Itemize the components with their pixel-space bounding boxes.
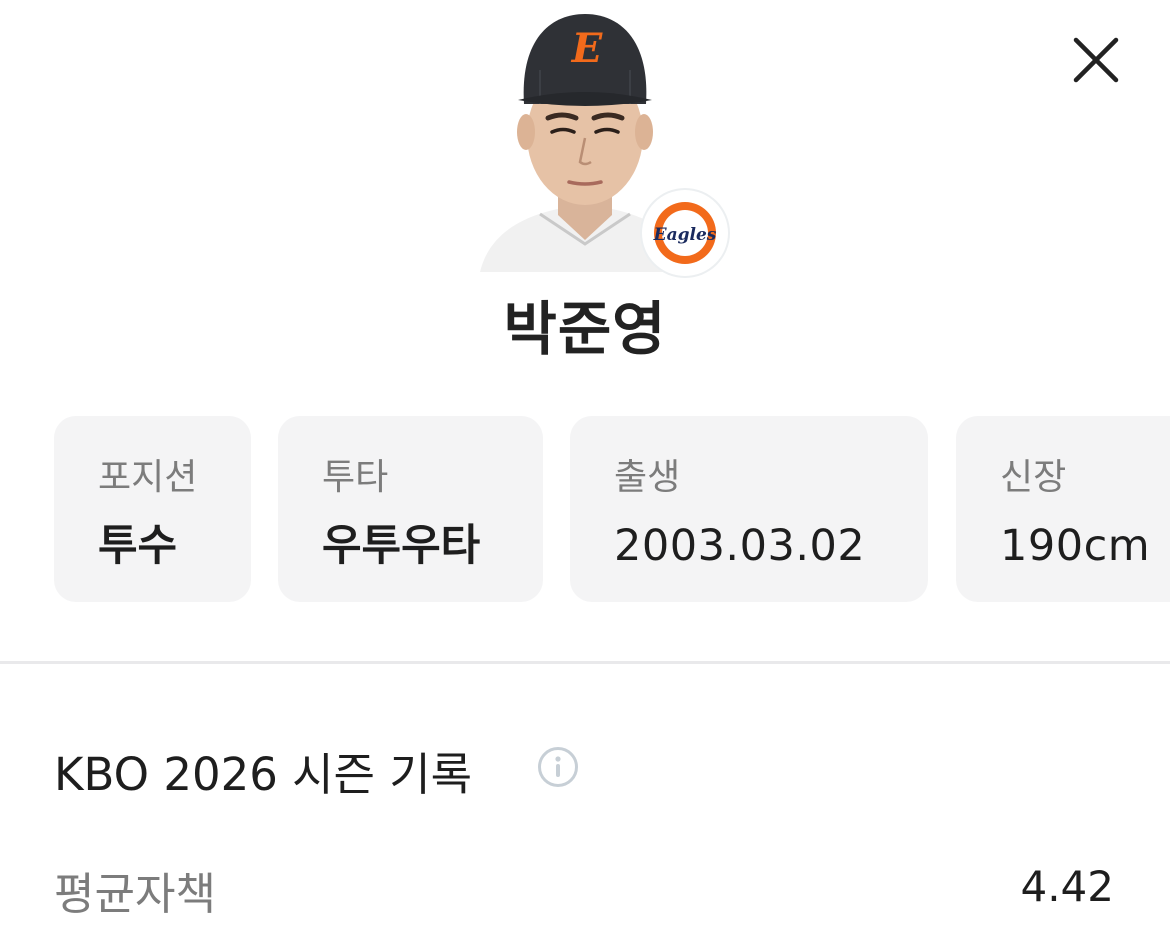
info-value: 2003.03.02: [614, 521, 866, 571]
info-label: 신장: [1000, 457, 1067, 498]
player-profile-page: E Eagles 박준영 포지션 투수 투타 우투우타 출생 2003.03.0…: [0, 0, 1170, 931]
season-info-button[interactable]: [537, 746, 579, 788]
eagles-logo-icon: Eagles: [653, 202, 717, 264]
svg-text:Eagles: Eagles: [653, 225, 717, 245]
info-card-bats-throws: 투타 우투우타: [278, 416, 543, 602]
info-label: 출생: [614, 457, 681, 498]
section-divider: [0, 661, 1170, 664]
info-icon: [538, 747, 578, 787]
info-label: 포지션: [98, 457, 198, 498]
player-name: 박준영: [503, 295, 667, 363]
info-card-position: 포지션 투수: [54, 416, 251, 602]
team-logo-badge: Eagles: [642, 190, 728, 276]
close-icon: [1073, 37, 1119, 83]
info-value: 우투우타: [322, 521, 481, 571]
info-card-birth: 출생 2003.03.02: [570, 416, 928, 602]
season-record-title: KBO 2026 시즌 기록: [54, 748, 473, 801]
stat-value-era: 4.42: [1020, 862, 1114, 911]
close-button[interactable]: [1068, 32, 1124, 88]
info-value: 투수: [98, 521, 178, 571]
info-card-height: 신장 190cm: [956, 416, 1170, 602]
info-label: 투타: [322, 457, 389, 498]
svg-text:E: E: [571, 25, 603, 72]
info-value: 190cm: [1000, 521, 1151, 571]
stat-label-era: 평균자책: [54, 869, 216, 920]
